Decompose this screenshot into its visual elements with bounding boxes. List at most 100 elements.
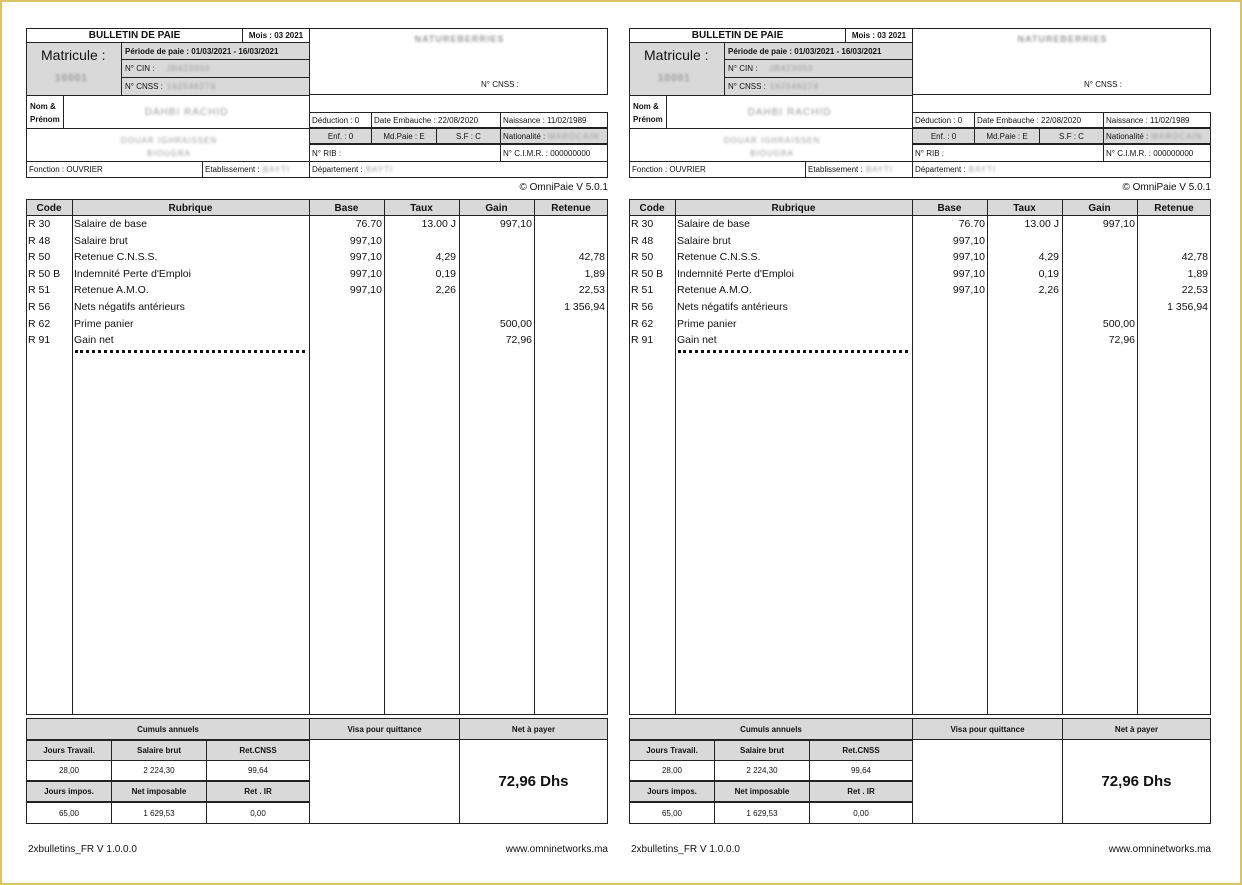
col-rubrique: Rubrique — [168, 202, 213, 214]
net-header: Net à payer — [1062, 718, 1211, 740]
table-row: R 56 Nets négatifs antérieurs 1 356,94 — [629, 299, 1211, 316]
cell-rubrique: Indemnité Perte d'Emploi — [74, 267, 191, 280]
table-row: R 51 Retenue A.M.O. 997,10 2,26 22,53 — [629, 282, 1211, 299]
pay-period: Période de paie : 01/03/2021 - 16/03/202… — [724, 42, 913, 60]
cell-base: 997,10 — [349, 267, 382, 280]
slip-title: BULLETIN DE PAIE — [26, 28, 243, 43]
cell-code: R 48 — [28, 234, 51, 247]
cumul-net-imposable-value: 1 629,53 — [714, 802, 810, 824]
cumul-jours-impos-label: Jours impos. — [629, 781, 715, 802]
col-retenue: Retenue — [551, 202, 591, 214]
cell-code: R 51 — [28, 284, 51, 297]
cumul-net-imposable-value: 1 629,53 — [111, 802, 207, 824]
cin-value: JB423050 — [769, 64, 814, 73]
cnss-label: N° CNSS : — [125, 82, 163, 91]
cell-rubrique: Prime panier — [677, 317, 737, 330]
cell-rubrique: Salaire brut — [677, 234, 731, 247]
cell-code: R 48 — [631, 234, 654, 247]
department-label: Département : — [915, 165, 966, 174]
cell-taux: 2,26 — [435, 284, 456, 297]
matricule-label: Matricule : — [41, 47, 106, 63]
cnss-row: N° CNSS : 162546274 — [724, 77, 913, 96]
cell-code: R 51 — [631, 284, 654, 297]
pay-mode: Md.Paie : E — [974, 128, 1040, 144]
cumuls-header: Cumuls annuels — [26, 718, 310, 740]
cell-gain: 72,96 — [505, 334, 532, 347]
separator-dots — [678, 350, 908, 353]
cin-row: N° CIN : JB423050 — [121, 59, 310, 78]
cell-retenue: 42,78 — [1181, 251, 1208, 264]
visa-header: Visa pour quittance — [309, 718, 460, 740]
cin-value: JB423050 — [166, 64, 211, 73]
company-cnss-label: N° CNSS : — [1084, 80, 1122, 89]
company-cnss-label: N° CNSS : — [481, 80, 519, 89]
nationality: Nationalité : MAROCAIN — [500, 128, 608, 144]
address-line1: DOUAR IGHRAISSEN — [723, 136, 821, 145]
cumul-ret-ir-label: Ret . IR — [206, 781, 310, 802]
deduction: Déduction : 0 — [912, 112, 975, 128]
website-link[interactable]: www.omninetworks.ma — [408, 844, 608, 855]
cell-code: R 91 — [631, 334, 654, 347]
department-label: Département : — [312, 165, 363, 174]
company-box: NATUREBERRIES N° CNSS : — [912, 28, 1211, 95]
cell-gain: 997,10 — [1102, 218, 1135, 230]
cell-code: R 56 — [631, 301, 654, 313]
cell-code: R 50 B — [631, 267, 664, 280]
rib: N° RIB : — [912, 144, 1104, 162]
employee-name-box: DAHBI RACHID — [666, 95, 913, 129]
template-version: 2xbulletins_FR V 1.0.0.0 — [28, 844, 137, 855]
job-function: Fonction : OUVRIER — [629, 161, 806, 178]
net-box: 72,96 Dhs — [1062, 739, 1211, 824]
website-link[interactable]: www.omninetworks.ma — [1011, 844, 1211, 855]
net-amount: 72,96 Dhs — [1101, 773, 1172, 790]
cell-rubrique: Salaire brut — [74, 234, 128, 247]
family-status: S.F : C — [1039, 128, 1104, 144]
cell-taux: 0,19 — [1038, 267, 1059, 280]
cell-retenue: 42,78 — [578, 251, 605, 264]
cell-rubrique: Salaire de base — [677, 218, 750, 230]
cell-retenue: 22,53 — [578, 284, 605, 297]
col-gain: Gain — [485, 202, 508, 214]
birth-date: Naissance : 11/02/1989 — [1103, 112, 1211, 128]
cumul-salaire-brut-label: Salaire brut — [111, 740, 207, 761]
cell-rubrique: Nets négatifs antérieurs — [677, 301, 788, 313]
department: Département : BAYTI — [309, 161, 608, 178]
cell-taux: 13.00 J — [421, 218, 456, 230]
cell-code: R 50 B — [28, 267, 61, 280]
cell-code: R 50 — [28, 251, 51, 264]
cell-rubrique: Salaire de base — [74, 218, 147, 230]
cumul-jours-travail-label: Jours Travail. — [26, 740, 112, 761]
nationality-value: MAROCAIN — [1151, 131, 1203, 141]
nationality: Nationalité : MAROCAIN — [1103, 128, 1211, 144]
establishment-label: Etablissement : — [808, 165, 863, 174]
slip-title: BULLETIN DE PAIE — [629, 28, 846, 43]
cell-code: R 50 — [631, 251, 654, 264]
payslip-left: BULLETIN DE PAIE Mois : 03 2021 NATUREBE… — [26, 28, 608, 868]
cumul-net-imposable-label: Net imposable — [714, 781, 810, 802]
matricule-box: Matricule : 10001 — [629, 42, 725, 96]
cell-base: 76.70 — [355, 218, 382, 230]
net-box: 72,96 Dhs — [459, 739, 608, 824]
table-row: R 62 Prime panier 500,00 — [26, 316, 608, 333]
cin-row: N° CIN : JB423050 — [724, 59, 913, 78]
pay-mode: Md.Paie : E — [371, 128, 437, 144]
table-row: R 48 Salaire brut 997,10 — [629, 233, 1211, 250]
cell-rubrique: Indemnité Perte d'Emploi — [677, 267, 794, 280]
cell-base: 76.70 — [958, 218, 985, 230]
nationality-label: Nationalité : — [1106, 131, 1149, 141]
table-row: R 50 Retenue C.N.S.S. 997,10 4,29 42,78 — [629, 249, 1211, 266]
cell-rubrique: Gain net — [74, 334, 114, 347]
cumul-net-imposable-label: Net imposable — [111, 781, 207, 802]
col-base: Base — [334, 202, 359, 214]
cell-taux: 4,29 — [435, 251, 456, 264]
cumul-jours-impos-value: 65,00 — [629, 802, 715, 824]
cell-gain: 500,00 — [1102, 317, 1135, 330]
cin-label: N° CIN : — [125, 64, 155, 73]
cell-gain: 997,10 — [499, 218, 532, 230]
rib: N° RIB : — [309, 144, 501, 162]
col-code: Code — [36, 202, 62, 214]
children-count: Enf. : 0 — [309, 128, 372, 144]
cumul-ret-cnss-label: Ret.CNSS — [206, 740, 310, 761]
table-row: R 51 Retenue A.M.O. 997,10 2,26 22,53 — [26, 282, 608, 299]
net-header: Net à payer — [459, 718, 608, 740]
